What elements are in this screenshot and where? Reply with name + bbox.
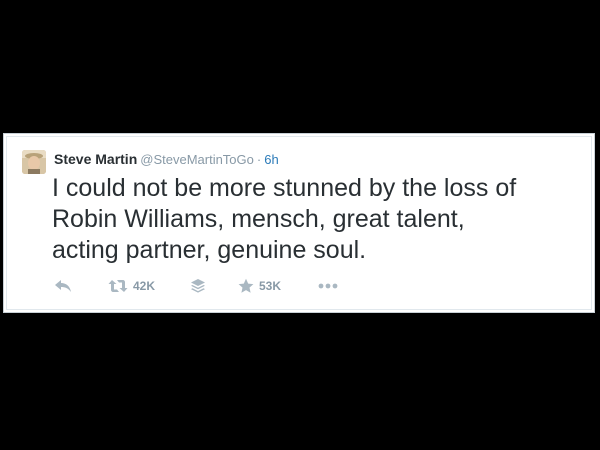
more-icon [318,283,338,289]
retweet-icon [108,280,128,292]
reply-icon [55,280,71,292]
display-name[interactable]: Steve Martin [54,151,137,167]
more-button[interactable] [318,276,338,296]
tweet-text-line: I could not be more stunned by the loss … [52,174,517,202]
tweet-text: I could not be more stunned by the loss … [52,173,582,266]
reply-button[interactable] [54,276,72,296]
retweet-count: 42K [133,279,156,293]
avatar-photo-icon [22,150,46,174]
avatar[interactable] [22,150,46,174]
retweet-button[interactable]: 42K [108,276,155,296]
stack-icon [191,279,205,293]
tweet-text-line: Robin Williams, mensch, great talent, [52,205,465,233]
buffer-button[interactable] [190,276,206,296]
star-icon [238,278,254,293]
timestamp-link[interactable]: 6h [264,152,278,167]
header-separator: · [256,152,262,167]
tweet-card: Steve Martin @SteveMartinToGo · 6h I could … [3,133,595,313]
favorite-count: 53K [259,279,282,293]
tweet-text-line: acting partner, genuine soul. [52,236,367,264]
favorite-button[interactable]: 53K [238,276,281,296]
tweet-header: Steve Martin @SteveMartinToGo · 6h [54,149,279,170]
screen-name[interactable]: @SteveMartinToGo [140,152,254,167]
